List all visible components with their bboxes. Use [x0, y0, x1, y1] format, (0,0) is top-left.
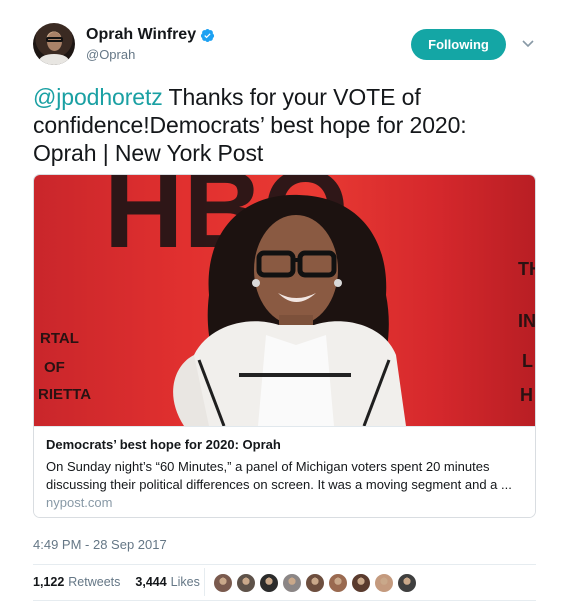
retweets-stat[interactable]: 1,122 Retweets	[33, 575, 120, 589]
author-name-label: Oprah Winfrey	[86, 26, 197, 43]
stats-separator	[204, 568, 205, 596]
card-description: On Sunday night’s “60 Minutes,” a panel …	[46, 459, 512, 492]
backdrop-right-1: TH	[518, 259, 536, 279]
avatar[interactable]	[33, 23, 75, 65]
author-handle[interactable]: @Oprah	[86, 47, 135, 62]
card-info: Democrats’ best hope for 2020: Oprah On …	[34, 426, 535, 517]
likes-count: 3,444	[135, 575, 167, 589]
tweet-stats: 1,122 Retweets 3,444 Likes	[33, 575, 200, 589]
chevron-down-icon[interactable]	[521, 36, 535, 50]
liker-avatar[interactable]	[374, 573, 394, 593]
tweet-text: @jpodhoretz Thanks for your VOTE of conf…	[33, 83, 533, 167]
liker-avatar[interactable]	[259, 573, 279, 593]
liker-avatar[interactable]	[351, 573, 371, 593]
backdrop-right-3: L	[522, 351, 533, 371]
link-card[interactable]: HBO RTAL OF RIETTA TH IN L H	[33, 174, 536, 518]
likes-stat[interactable]: 3,444 Likes	[135, 575, 199, 589]
card-title: Democrats’ best hope for 2020: Oprah	[46, 437, 281, 452]
liker-avatar[interactable]	[213, 573, 233, 593]
retweets-label: Retweets	[68, 575, 121, 589]
backdrop-left-3: RIETTA	[38, 386, 91, 403]
liker-avatars	[213, 573, 417, 593]
likes-label: Likes	[170, 575, 200, 589]
liker-avatar[interactable]	[305, 573, 325, 593]
following-button[interactable]: Following	[411, 29, 506, 60]
author-name[interactable]: Oprah Winfrey	[86, 26, 215, 44]
card-image: HBO RTAL OF RIETTA TH IN L H	[34, 175, 536, 426]
divider	[33, 564, 536, 565]
divider	[33, 600, 536, 601]
liker-avatar[interactable]	[282, 573, 302, 593]
backdrop-right-4: H	[520, 385, 533, 405]
card-photo: HBO RTAL OF RIETTA TH IN L H	[38, 175, 536, 426]
backdrop-left-2: OF	[44, 359, 65, 376]
liker-avatar[interactable]	[397, 573, 417, 593]
backdrop-left-1: RTAL	[40, 330, 79, 347]
tweet-timestamp[interactable]: 4:49 PM - 28 Sep 2017	[33, 537, 167, 552]
verified-badge-icon	[201, 28, 215, 42]
mention-link[interactable]: @jpodhoretz	[33, 84, 163, 110]
liker-avatar[interactable]	[328, 573, 348, 593]
backdrop-right-2: IN	[518, 311, 536, 331]
retweets-count: 1,122	[33, 575, 65, 589]
liker-avatar[interactable]	[236, 573, 256, 593]
card-domain: nypost.com	[46, 495, 113, 510]
